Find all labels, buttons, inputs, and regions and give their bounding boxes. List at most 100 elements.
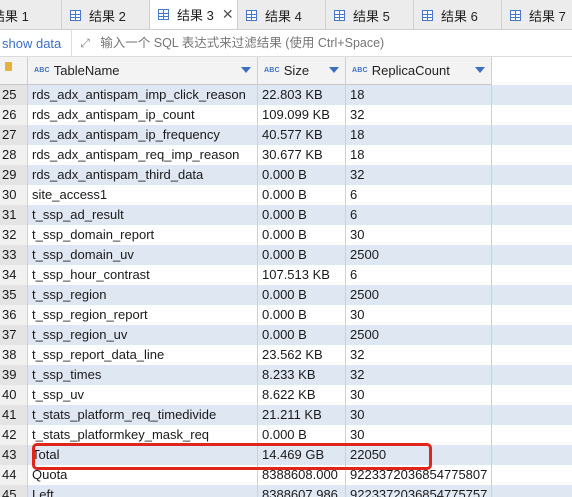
expand-filter-icon[interactable]: ⤢ — [80, 37, 92, 49]
cell-replicacount[interactable]: 6 — [346, 185, 492, 205]
cell-tablename[interactable]: rds_adx_antispam_ip_count — [28, 105, 258, 125]
cell-tablename[interactable]: t_ssp_hour_contrast — [28, 265, 258, 285]
cell-replicacount[interactable]: 9223372036854775807 — [346, 465, 492, 485]
cell-size[interactable]: 14.469 GB — [258, 445, 346, 465]
cell-size[interactable]: 0.000 B — [258, 245, 346, 265]
row-number[interactable]: 36 — [0, 305, 28, 325]
cell-replicacount[interactable]: 18 — [346, 85, 492, 105]
table-row[interactable]: 34 t_ssp_hour_contrast 107.513 KB 6 — [0, 265, 572, 285]
table-row[interactable]: 43 Total 14.469 GB 22050 — [0, 445, 572, 465]
row-number[interactable]: 41 — [0, 405, 28, 425]
cell-tablename[interactable]: t_stats_platform_req_timedivide — [28, 405, 258, 425]
sort-dropdown-icon[interactable] — [329, 67, 339, 73]
row-number[interactable]: 44 — [0, 465, 28, 485]
table-row[interactable]: 37 t_ssp_region_uv 0.000 B 2500 — [0, 325, 572, 345]
row-number[interactable]: 39 — [0, 365, 28, 385]
show-data-button[interactable]: show data — [0, 29, 73, 57]
cell-tablename[interactable]: t_ssp_region_uv — [28, 325, 258, 345]
cell-replicacount[interactable]: 2500 — [346, 325, 492, 345]
cell-tablename[interactable]: rds_adx_antispam_req_imp_reason — [28, 145, 258, 165]
cell-replicacount[interactable]: 6 — [346, 205, 492, 225]
cell-tablename[interactable]: t_ssp_domain_uv — [28, 245, 258, 265]
cell-tablename[interactable]: t_stats_platformkey_mask_req — [28, 425, 258, 445]
cell-size[interactable]: 8.622 KB — [258, 385, 346, 405]
cell-replicacount[interactable]: 30 — [346, 225, 492, 245]
cell-replicacount[interactable]: 32 — [346, 345, 492, 365]
cell-size[interactable]: 0.000 B — [258, 165, 346, 185]
row-number[interactable]: 38 — [0, 345, 28, 365]
close-icon[interactable]: ✕ — [222, 6, 234, 23]
result-tab[interactable]: 结果 2 — [62, 0, 150, 29]
result-tab[interactable]: 结果 4 — [238, 0, 326, 29]
cell-replicacount[interactable]: 30 — [346, 385, 492, 405]
row-number[interactable]: 25 — [0, 85, 28, 105]
sql-filter-input[interactable] — [100, 36, 572, 50]
cell-size[interactable]: 0.000 B — [258, 285, 346, 305]
cell-tablename[interactable]: rds_adx_antispam_third_data — [28, 165, 258, 185]
cell-tablename[interactable]: t_ssp_region — [28, 285, 258, 305]
cell-size[interactable]: 0.000 B — [258, 425, 346, 445]
row-number[interactable]: 34 — [0, 265, 28, 285]
cell-tablename[interactable]: rds_adx_antispam_ip_frequency — [28, 125, 258, 145]
column-header-replicacount[interactable]: ABC ReplicaCount — [346, 57, 492, 85]
cell-size[interactable]: 30.677 KB — [258, 145, 346, 165]
cell-tablename[interactable]: t_ssp_ad_result — [28, 205, 258, 225]
table-row[interactable]: 27 rds_adx_antispam_ip_frequency 40.577 KB… — [0, 125, 572, 145]
cell-tablename[interactable]: t_ssp_domain_report — [28, 225, 258, 245]
cell-size[interactable]: 0.000 B — [258, 305, 346, 325]
table-row[interactable]: 26 rds_adx_antispam_ip_count 109.099 KB 32 — [0, 105, 572, 125]
row-number[interactable]: 37 — [0, 325, 28, 345]
cell-replicacount[interactable]: 30 — [346, 425, 492, 445]
table-row[interactable]: 44 Quota 8388608.000 9223372036854775807 — [0, 465, 572, 485]
result-tab[interactable]: 结果 5 — [326, 0, 414, 29]
table-row[interactable]: 38 t_ssp_report_data_line 23.562 KB 32 — [0, 345, 572, 365]
result-tab[interactable]: 结果 6 — [414, 0, 502, 29]
cell-replicacount[interactable]: 9223372036854775757 — [346, 485, 492, 497]
cell-replicacount[interactable]: 32 — [346, 105, 492, 125]
cell-replicacount[interactable]: 32 — [346, 165, 492, 185]
cell-tablename[interactable]: t_ssp_report_data_line — [28, 345, 258, 365]
cell-replicacount[interactable]: 30 — [346, 305, 492, 325]
row-number[interactable]: 42 — [0, 425, 28, 445]
table-row[interactable]: 25 rds_adx_antispam_imp_click_reason 22.80… — [0, 85, 572, 105]
cell-size[interactable]: 22.803 KB — [258, 85, 346, 105]
cell-replicacount[interactable]: 6 — [346, 265, 492, 285]
table-row[interactable]: 35 t_ssp_region 0.000 B 2500 — [0, 285, 572, 305]
cell-tablename[interactable]: Total — [28, 445, 258, 465]
column-header-size[interactable]: ABC Size — [258, 57, 346, 85]
cell-replicacount[interactable]: 18 — [346, 125, 492, 145]
row-number[interactable]: 43 — [0, 445, 28, 465]
cell-replicacount[interactable]: 2500 — [346, 285, 492, 305]
row-number[interactable]: 31 — [0, 205, 28, 225]
cell-replicacount[interactable]: 32 — [346, 365, 492, 385]
cell-tablename[interactable]: rds_adx_antispam_imp_click_reason — [28, 85, 258, 105]
table-row[interactable]: 28 rds_adx_antispam_req_imp_reason 30.677 … — [0, 145, 572, 165]
table-row[interactable]: 29 rds_adx_antispam_third_data 0.000 B 32 — [0, 165, 572, 185]
table-row[interactable]: 45 Left 8388607.986 9223372036854775757 — [0, 485, 572, 497]
table-row[interactable]: 30 site_access1 0.000 B6 — [0, 185, 572, 205]
sort-dropdown-icon[interactable] — [241, 67, 251, 73]
grid-corner[interactable] — [0, 57, 28, 85]
cell-size[interactable]: 8.233 KB — [258, 365, 346, 385]
table-row[interactable]: 40 t_ssp_uv 8.622 KB 30 — [0, 385, 572, 405]
cell-replicacount[interactable]: 30 — [346, 405, 492, 425]
row-number[interactable]: 29 — [0, 165, 28, 185]
cell-tablename[interactable]: Left — [28, 485, 258, 497]
cell-size[interactable]: 23.562 KB — [258, 345, 346, 365]
row-number[interactable]: 45 — [0, 485, 28, 497]
row-number[interactable]: 40 — [0, 385, 28, 405]
table-row[interactable]: 33 t_ssp_domain_uv 0.000 B 2500 — [0, 245, 572, 265]
cell-size[interactable]: 8388607.986 — [258, 485, 346, 497]
table-row[interactable]: 31 t_ssp_ad_result 0.000 B6 — [0, 205, 572, 225]
cell-size[interactable]: 21.211 KB — [258, 405, 346, 425]
row-number[interactable]: 35 — [0, 285, 28, 305]
result-tab[interactable]: 结果 1 — [0, 0, 62, 29]
row-number[interactable]: 26 — [0, 105, 28, 125]
row-number[interactable]: 33 — [0, 245, 28, 265]
row-number[interactable]: 28 — [0, 145, 28, 165]
cell-replicacount[interactable]: 22050 — [346, 445, 492, 465]
cell-tablename[interactable]: Quota — [28, 465, 258, 485]
table-row[interactable]: 36 t_ssp_region_report 0.000 B 30 — [0, 305, 572, 325]
row-number[interactable]: 27 — [0, 125, 28, 145]
cell-size[interactable]: 0.000 B — [258, 205, 346, 225]
